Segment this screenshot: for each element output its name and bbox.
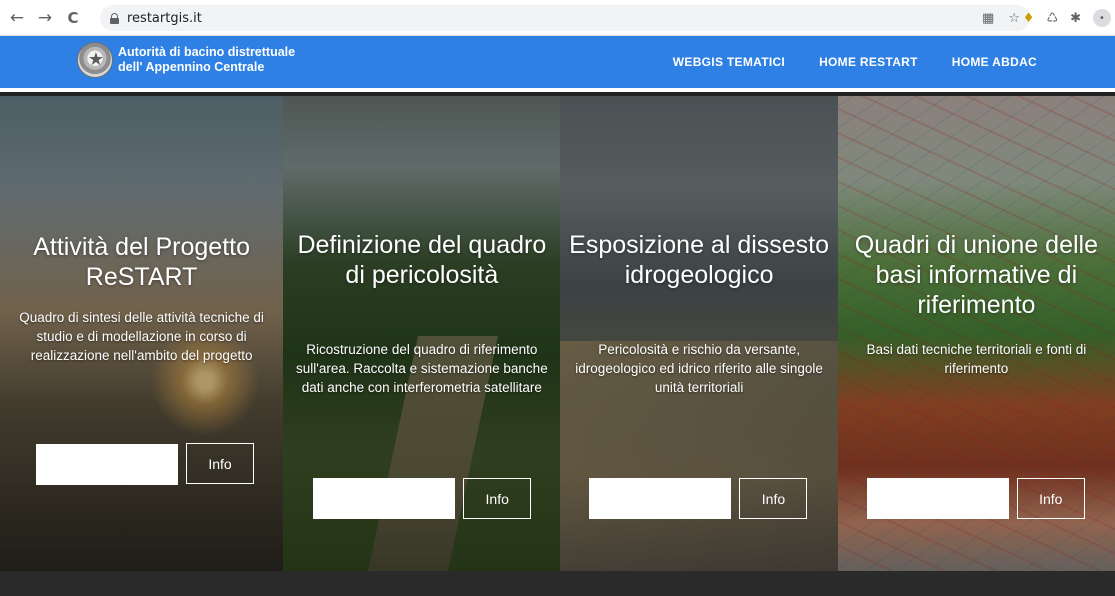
panel-open-button[interactable]: [313, 478, 456, 519]
reload-icon[interactable]: C: [62, 7, 84, 29]
panel-description: Basi dati tecniche territoriali e fonti …: [866, 342, 1087, 376]
panel-description: Ricostruzione del quadro di riferimento …: [295, 342, 548, 395]
profile-avatar-icon[interactable]: •: [1093, 9, 1111, 27]
nav-home-restart[interactable]: HOME RESTART: [819, 55, 918, 69]
browser-toolbar: ← → C restartgis.it ▦ ☆ ♦ ♺ ✱ •: [0, 0, 1115, 36]
panel-pericolosita: Definizione del quadro di pericolosità R…: [283, 96, 561, 571]
feature-panels: Attività del Progetto ReSTART Quadro di …: [0, 96, 1115, 571]
forward-icon[interactable]: →: [34, 7, 56, 29]
organization-name[interactable]: Autorità di bacino distrettuale dell' Ap…: [118, 45, 295, 75]
recycle-extension-icon[interactable]: ♺: [1046, 11, 1058, 26]
back-icon[interactable]: ←: [6, 7, 28, 29]
top-navigation: WEBGIS TEMATICI HOME RESTART HOME ABDAC: [673, 36, 1037, 88]
panel-esposizione-dissesto: Esposizione al dissesto idrogeologico Pe…: [560, 96, 838, 571]
header-divider: [0, 88, 1115, 92]
panel-info-button[interactable]: Info: [1016, 478, 1085, 519]
extension-icon[interactable]: ♦: [1023, 11, 1035, 26]
site-header: Autorità di bacino distrettuale dell' Ap…: [0, 36, 1115, 92]
panel-description: Quadro di sintesi delle attività tecnich…: [19, 310, 264, 363]
panel-quadri-unione: Quadri di unione delle basi informative …: [837, 96, 1115, 571]
panel-title: Attività del Progetto ReSTART: [33, 233, 250, 291]
panel-title: Definizione del quadro di pericolosità: [297, 231, 547, 289]
url-text[interactable]: restartgis.it: [127, 11, 202, 26]
panel-description: Pericolosità e rischio da versante, idro…: [575, 342, 823, 395]
panel-open-button[interactable]: [36, 444, 178, 485]
qr-code-icon[interactable]: ▦: [982, 11, 994, 26]
republic-emblem-icon: [77, 42, 114, 78]
avatar-glyph: •: [1099, 12, 1105, 24]
panel-info-button[interactable]: Info: [463, 478, 532, 519]
address-bar[interactable]: restartgis.it ▦ ☆: [100, 5, 1030, 31]
panel-open-button[interactable]: [866, 478, 1009, 519]
panel-title: Esposizione al dissesto idrogeologico: [569, 231, 830, 289]
panel-info-button[interactable]: Info: [739, 478, 808, 519]
puzzle-extensions-icon[interactable]: ✱: [1070, 11, 1081, 26]
org-name-line1: Autorità di bacino distrettuale: [118, 45, 296, 59]
nav-webgis-tematici[interactable]: WEBGIS TEMATICI: [673, 55, 785, 69]
panel-info-button[interactable]: Info: [186, 443, 254, 484]
panel-attivita-progetto: Attività del Progetto ReSTART Quadro di …: [0, 96, 284, 571]
org-name-line2: dell' Appennino Centrale: [118, 60, 265, 74]
lock-icon[interactable]: [110, 12, 119, 24]
nav-home-abdac[interactable]: HOME ABDAC: [952, 55, 1037, 69]
panel-open-button[interactable]: [589, 478, 732, 519]
bookmark-star-icon[interactable]: ☆: [1008, 11, 1020, 26]
footer-strip: [0, 571, 1115, 596]
panel-title: Quadri di unione delle basi informative …: [854, 231, 1098, 319]
